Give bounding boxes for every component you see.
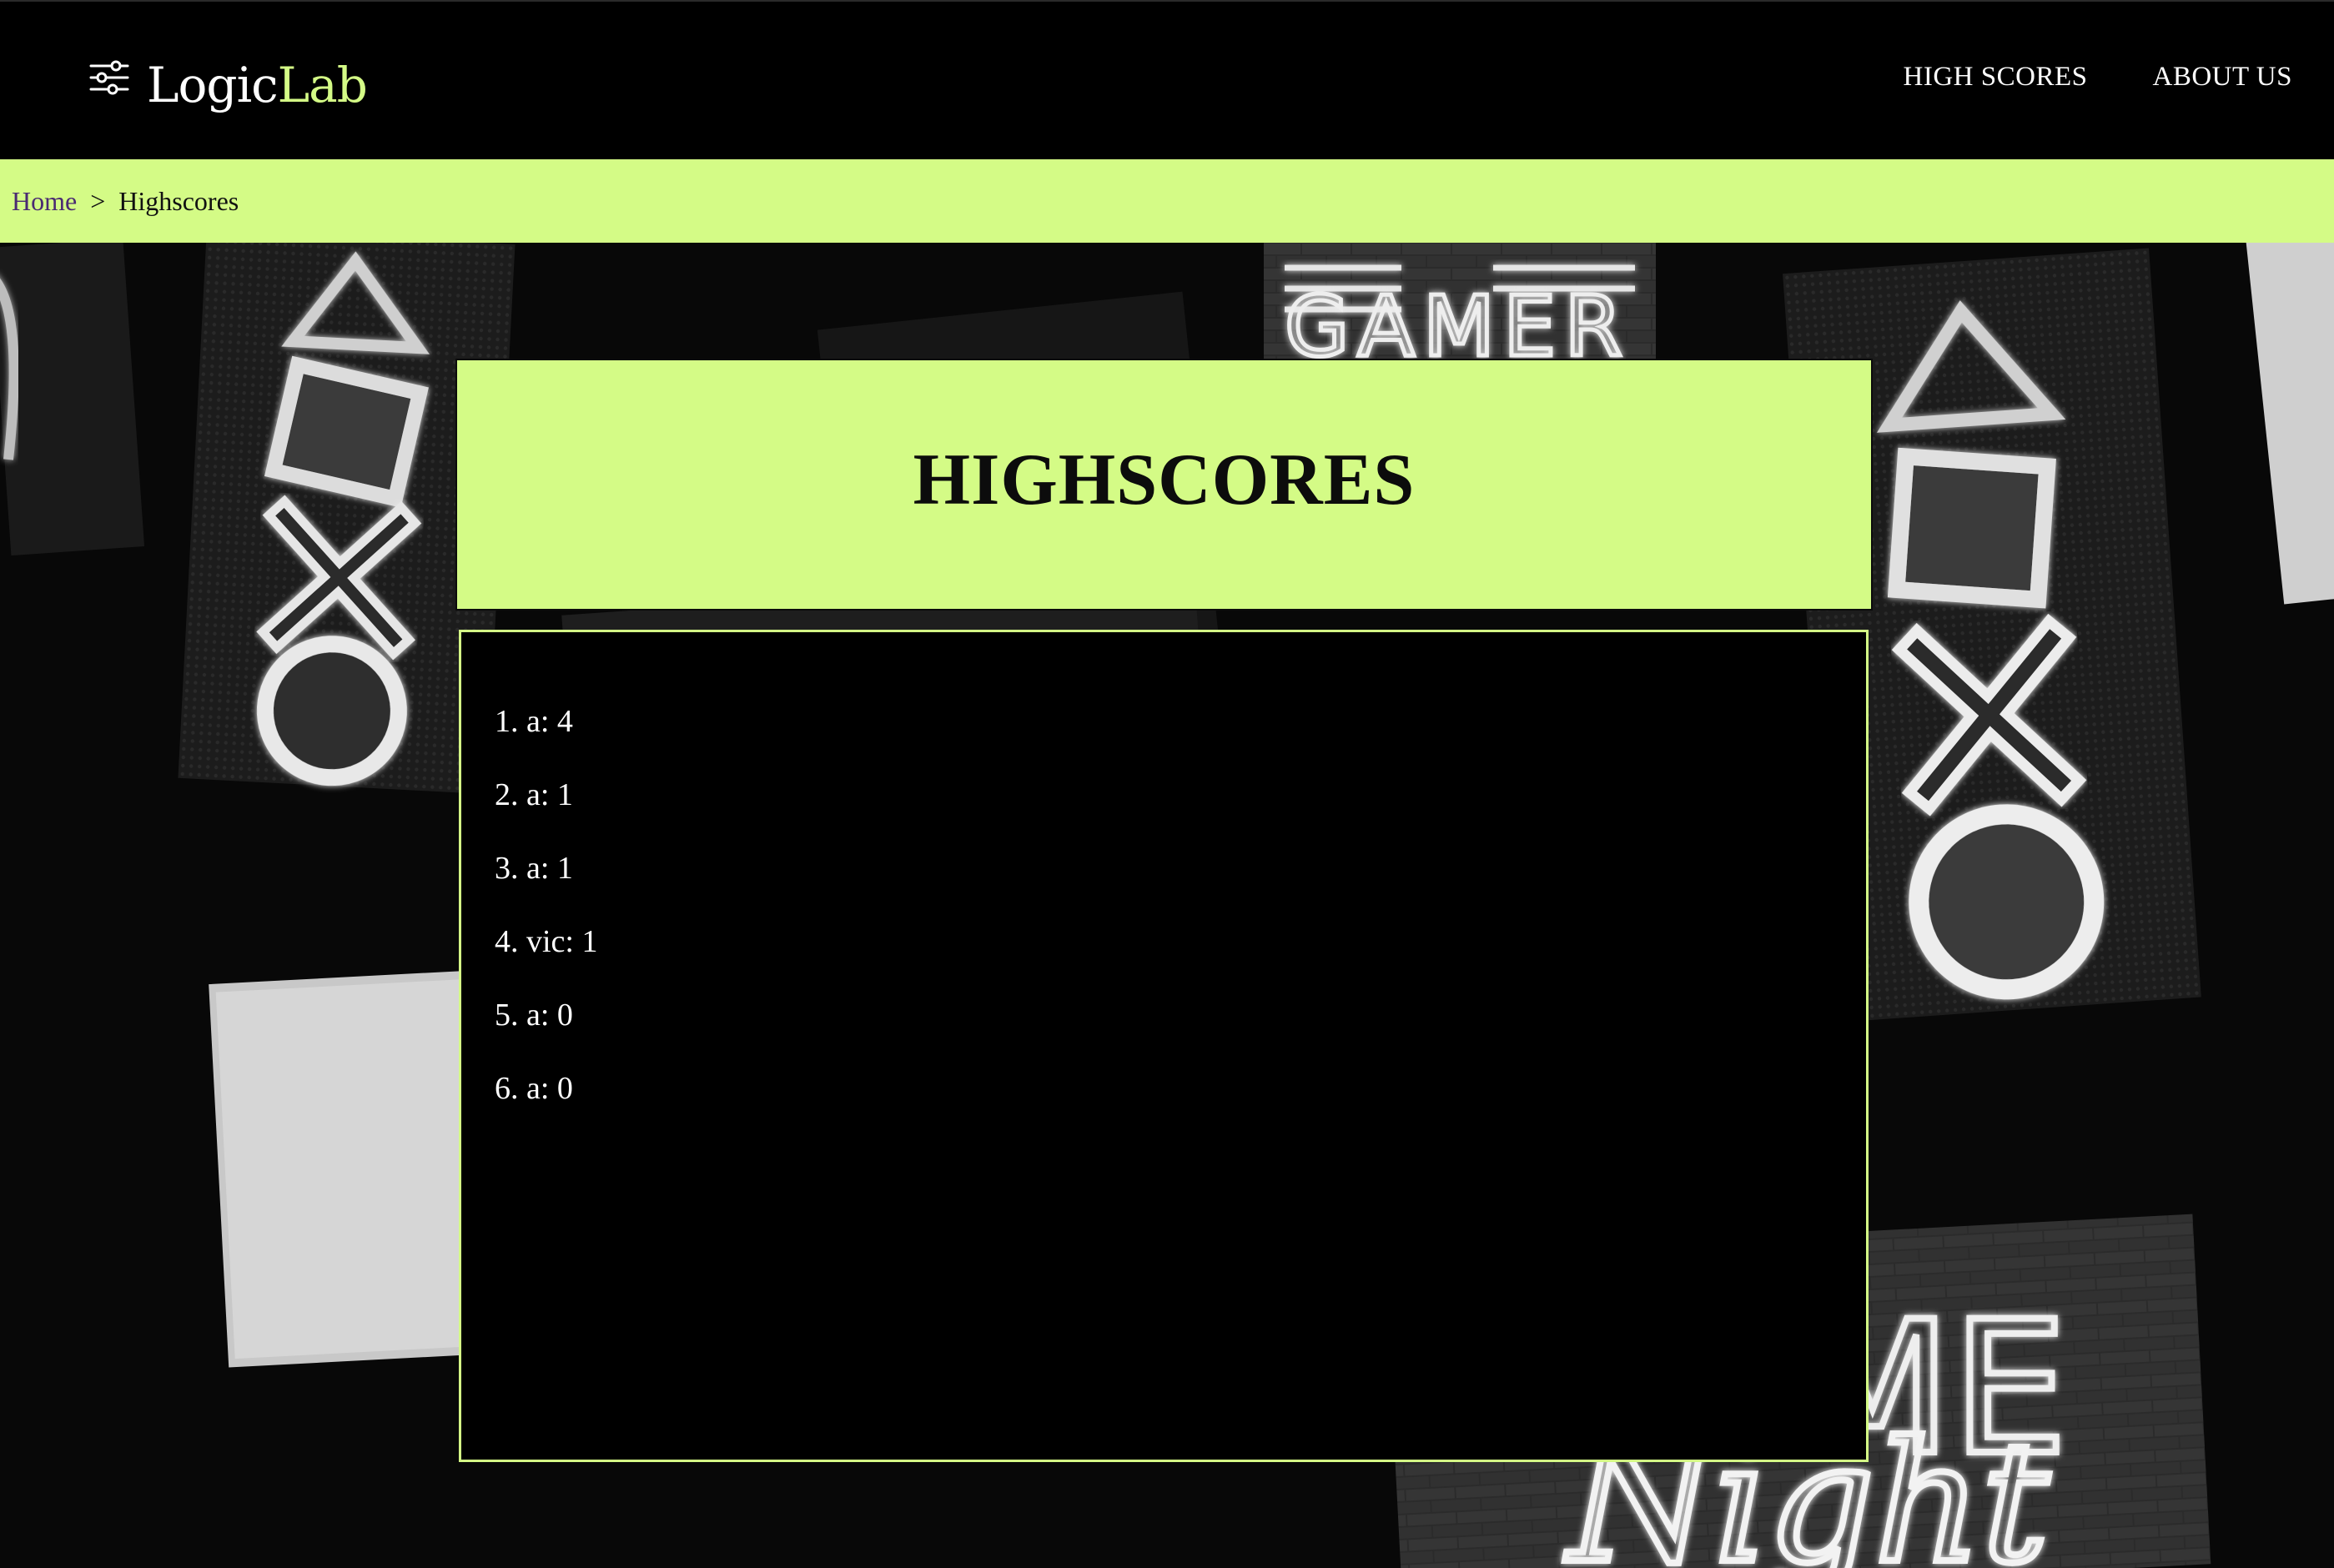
score-item: 1. a: 4	[495, 704, 573, 739]
brand-name-logic: Logic	[147, 57, 279, 113]
site-header: LogicLab HIGH SCORES ABOUT US	[0, 0, 2334, 159]
breadcrumb-current: Highscores	[118, 186, 239, 216]
page: LogicLab HIGH SCORES ABOUT US Home > Hig…	[0, 0, 2334, 1568]
page-title: HIGHSCORES	[913, 440, 1416, 520]
score-item: 2. a: 1	[495, 777, 573, 812]
sliders-icon	[89, 60, 129, 95]
breadcrumb-home-link[interactable]: Home	[12, 186, 77, 216]
score-item: 6. a: 0	[495, 1071, 573, 1106]
nav-high-scores[interactable]: HIGH SCORES	[1904, 62, 2088, 93]
brand-logo[interactable]: LogicLab	[88, 52, 368, 118]
score-item: 5. a: 0	[495, 998, 573, 1033]
brand-name-lab: Lab	[277, 57, 368, 113]
highscores-panel: 1. a: 4 2. a: 1 3. a: 1 4. vic: 1 5. a: …	[459, 630, 1869, 1462]
score-item: 3. a: 1	[495, 851, 573, 886]
highscores-list: 1. a: 4 2. a: 1 3. a: 1 4. vic: 1 5. a: …	[495, 706, 597, 1146]
breadcrumb-bar: Home > Highscores	[0, 159, 2334, 243]
main-nav: HIGH SCORES ABOUT US	[1904, 62, 2292, 93]
breadcrumb-separator: >	[90, 186, 106, 216]
breadcrumb: Home > Highscores	[12, 186, 239, 217]
score-item: 4. vic: 1	[495, 924, 598, 959]
title-card: HIGHSCORES	[457, 360, 1871, 609]
brand-name: LogicLab	[147, 61, 368, 109]
nav-about-us[interactable]: ABOUT US	[2152, 62, 2292, 93]
